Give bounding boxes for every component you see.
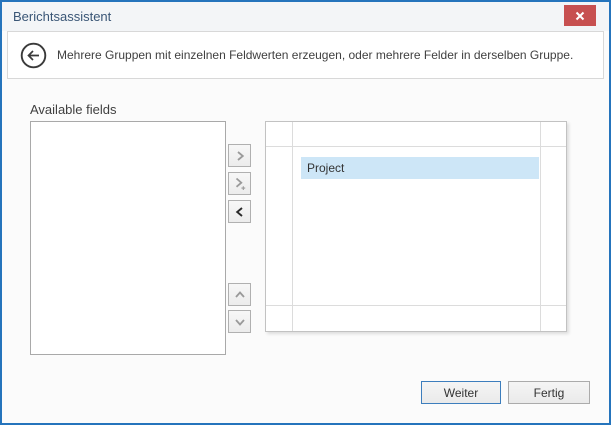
finish-button[interactable]: Fertig [508, 381, 590, 404]
close-button[interactable] [564, 5, 596, 26]
close-icon [575, 11, 585, 21]
chevron-up-icon [234, 289, 246, 301]
titlebar[interactable]: Berichtsassistent [2, 2, 609, 31]
wizard-description-panel: Mehrere Gruppen mit einzelnen Feldwerten… [7, 31, 604, 79]
chevron-right-icon [234, 150, 246, 162]
chevron-right-plus-icon [233, 177, 247, 191]
window-title: Berichtsassistent [13, 2, 111, 31]
move-down-button[interactable] [228, 310, 251, 333]
grid-footer-divider [266, 305, 566, 306]
group-row-project[interactable]: Project [301, 157, 539, 179]
wizard-description: Mehrere Gruppen mit einzelnen Feldwerten… [57, 32, 573, 78]
grid-header-divider [266, 146, 566, 147]
chevron-left-icon [234, 206, 246, 218]
arrow-left-circle-icon [20, 42, 47, 69]
available-fields-list[interactable] [30, 121, 226, 355]
available-fields-label: Available fields [30, 102, 116, 117]
chevron-down-icon [234, 316, 246, 328]
move-up-button[interactable] [228, 283, 251, 306]
move-left-button[interactable] [228, 200, 251, 223]
back-button[interactable] [20, 42, 47, 69]
grid-left-column-divider [292, 122, 293, 331]
move-right-button[interactable] [228, 144, 251, 167]
grid-right-column-divider [540, 122, 541, 331]
next-button[interactable]: Weiter [421, 381, 501, 404]
report-wizard-dialog: Berichtsassistent Mehrere Gruppen mit ei… [0, 0, 611, 425]
move-right-add-button[interactable] [228, 172, 251, 195]
groups-grid[interactable]: Project [265, 121, 567, 332]
